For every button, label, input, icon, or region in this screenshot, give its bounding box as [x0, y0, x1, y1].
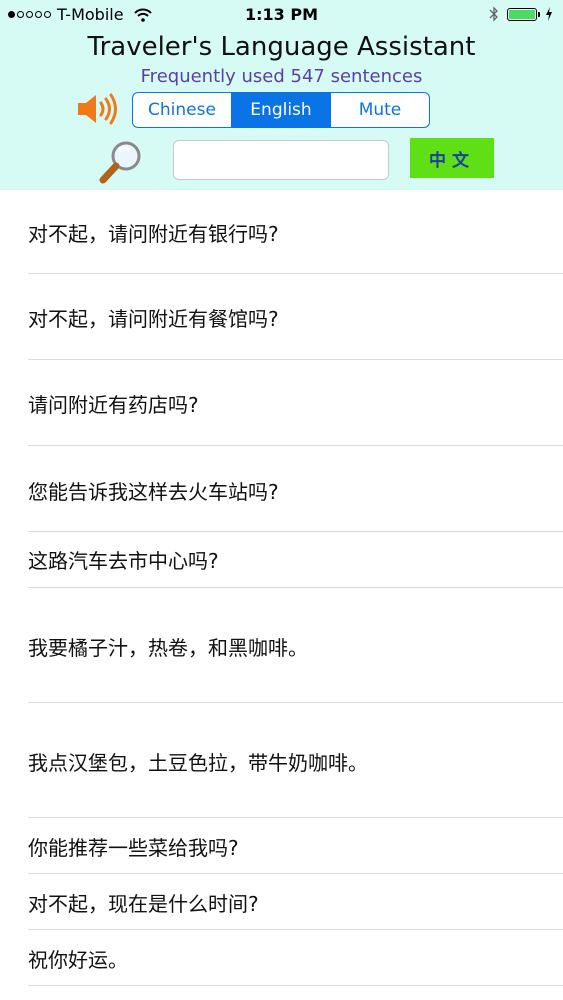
- phrase-text: 对不起，请问附近有餐馆吗?: [28, 307, 279, 331]
- phrase-text: 我点汉堡包，土豆色拉，带牛奶咖啡。: [28, 751, 368, 775]
- bluetooth-icon: [489, 6, 498, 22]
- app-subtitle: Frequently used 547 sentences: [140, 66, 423, 87]
- phrase-text: 我要橘子汁，热卷，和黑咖啡。: [28, 636, 308, 660]
- list-item[interactable]: 请问附近有药店吗?: [0, 360, 563, 446]
- phrase-text: 请问附近有药店吗?: [28, 393, 199, 417]
- phrase-text: 您能告诉我这样去火车站吗?: [28, 480, 279, 504]
- charging-icon: [546, 7, 552, 21]
- speaker-icon[interactable]: [76, 92, 120, 126]
- list-item[interactable]: 对不起，请问附近有餐馆吗?: [0, 274, 563, 360]
- app-title: Traveler's Language Assistant: [87, 32, 476, 62]
- language-segmented-control: Chinese English Mute: [132, 92, 430, 128]
- list-item[interactable]: 对不起，现在是什么时间?: [0, 874, 563, 930]
- search-input[interactable]: [173, 140, 389, 180]
- list-item[interactable]: 您能告诉我这样去火车站吗?: [0, 446, 563, 532]
- segment-chinese[interactable]: Chinese: [133, 93, 232, 127]
- status-bar: T-Mobile 1:13 PM: [0, 0, 563, 30]
- phrase-text: 祝你好运。: [28, 948, 128, 972]
- app-header: Traveler's Language Assistant Frequently…: [0, 30, 563, 190]
- search-icon[interactable]: [98, 138, 146, 186]
- phrase-text: 这路汽车去市中心吗?: [28, 549, 219, 573]
- phrase-text: 对不起，请问附近有银行吗?: [28, 222, 279, 246]
- phrase-list: 对不起，请问附近有银行吗? 对不起，请问附近有餐馆吗? 请问附近有药店吗? 您能…: [0, 190, 563, 986]
- list-item[interactable]: 对不起，请问附近有银行吗?: [0, 190, 563, 274]
- list-item[interactable]: 这路汽车去市中心吗?: [0, 532, 563, 588]
- list-item[interactable]: 你能推荐一些菜给我吗?: [0, 818, 563, 874]
- row-divider: [28, 985, 563, 986]
- segment-mute[interactable]: Mute: [331, 93, 429, 127]
- segment-english[interactable]: English: [232, 93, 331, 127]
- battery-icon: [507, 7, 540, 21]
- status-time: 1:13 PM: [244, 5, 318, 24]
- phrase-text: 对不起，现在是什么时间?: [28, 892, 259, 916]
- phrase-text: 你能推荐一些菜给我吗?: [28, 836, 239, 860]
- chinese-keyboard-button[interactable]: 中文: [410, 138, 494, 178]
- list-item[interactable]: 我点汉堡包，土豆色拉，带牛奶咖啡。: [0, 703, 563, 818]
- list-item[interactable]: 祝你好运。: [0, 930, 563, 986]
- list-item[interactable]: 我要橘子汁，热卷，和黑咖啡。: [0, 588, 563, 703]
